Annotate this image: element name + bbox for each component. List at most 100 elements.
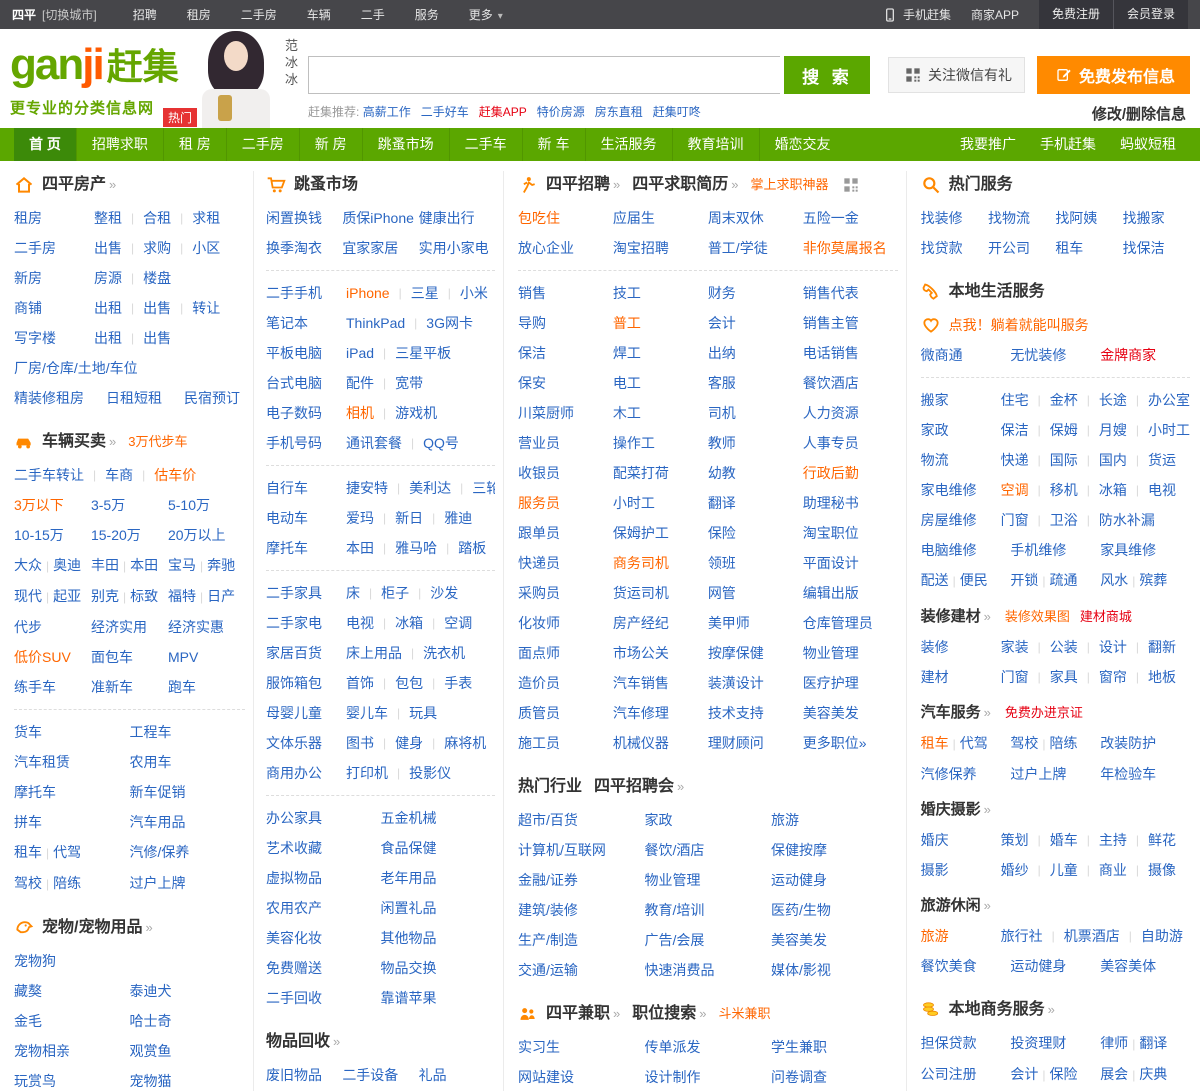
- recommend-link[interactable]: 特价房源: [537, 105, 585, 119]
- link[interactable]: 设计: [1099, 632, 1127, 662]
- link[interactable]: 采购员: [518, 585, 560, 601]
- link[interactable]: 宝马: [168, 557, 196, 573]
- link[interactable]: 二手设备: [342, 1067, 398, 1083]
- link[interactable]: 虚拟物品: [266, 870, 322, 886]
- nav-right-link[interactable]: 蚂蚁短租: [1110, 128, 1186, 161]
- link[interactable]: 闲置换钱: [266, 210, 322, 226]
- link[interactable]: 宠物相亲: [14, 1043, 70, 1059]
- link[interactable]: 放心企业: [518, 240, 574, 256]
- link[interactable]: 观赏鱼: [130, 1043, 172, 1059]
- link[interactable]: 驾校: [14, 875, 42, 891]
- link[interactable]: 练手车: [14, 679, 56, 695]
- link[interactable]: 哈士奇: [130, 1013, 172, 1029]
- link[interactable]: 健康出行: [419, 210, 475, 226]
- link[interactable]: 代步: [14, 619, 42, 635]
- link[interactable]: 医药/生物: [771, 902, 831, 918]
- link[interactable]: 服务员: [518, 495, 560, 511]
- link[interactable]: 本田: [346, 533, 374, 563]
- link[interactable]: 婚纱: [1001, 855, 1029, 885]
- link[interactable]: 技工: [613, 285, 641, 301]
- link[interactable]: 开锁: [1010, 572, 1038, 588]
- link[interactable]: 川菜厨师: [518, 405, 574, 421]
- link[interactable]: 设计制作: [645, 1069, 701, 1085]
- link[interactable]: 金融/证券: [518, 872, 578, 888]
- link[interactable]: 租房: [14, 210, 42, 226]
- link[interactable]: 便民: [960, 572, 988, 588]
- section-title[interactable]: 职位搜索: [632, 1000, 706, 1028]
- link[interactable]: 律师: [1100, 1035, 1128, 1051]
- link[interactable]: 代驾: [960, 735, 988, 751]
- link[interactable]: 厂房/仓库/土地/车位: [14, 353, 138, 383]
- link[interactable]: 冰箱: [395, 608, 423, 638]
- link[interactable]: 租车: [921, 735, 949, 751]
- link[interactable]: 婴儿车: [346, 698, 388, 728]
- link[interactable]: 老年用品: [381, 870, 437, 886]
- link[interactable]: 找搬家: [1123, 210, 1165, 226]
- link[interactable]: 手机号码: [266, 435, 322, 451]
- link[interactable]: 准新车: [91, 679, 133, 695]
- link[interactable]: 搬家: [921, 392, 949, 408]
- recommend-link[interactable]: 高薪工作: [363, 105, 411, 119]
- link[interactable]: 领班: [708, 555, 736, 571]
- link[interactable]: 找装修: [921, 210, 963, 226]
- link[interactable]: 学生兼职: [771, 1039, 827, 1055]
- section-title[interactable]: 跳蚤市场: [294, 171, 358, 199]
- link[interactable]: 出租: [94, 293, 122, 323]
- link[interactable]: 别克: [91, 588, 119, 604]
- link[interactable]: 普工/学徒: [708, 240, 768, 256]
- link[interactable]: 求购: [143, 233, 171, 263]
- search-button[interactable]: 搜 索: [784, 56, 871, 94]
- link[interactable]: 标致: [130, 588, 158, 604]
- link[interactable]: 交通/运输: [518, 962, 578, 978]
- link[interactable]: 助理秘书: [803, 495, 859, 511]
- link[interactable]: 找阿姨: [1055, 210, 1097, 226]
- sub-section-title[interactable]: 汽车服务: [921, 704, 991, 721]
- link[interactable]: 卫浴: [1050, 505, 1078, 535]
- switch-city-link[interactable]: [切换城市]: [42, 6, 97, 23]
- link[interactable]: 淘宝招聘: [613, 240, 669, 256]
- link[interactable]: 本田: [130, 557, 158, 573]
- link[interactable]: 通讯套餐: [346, 428, 402, 458]
- link[interactable]: 二手回收: [266, 990, 322, 1006]
- link[interactable]: 5-10万: [168, 497, 210, 513]
- link[interactable]: 质管员: [518, 705, 560, 721]
- link[interactable]: 投影仪: [409, 758, 451, 788]
- link[interactable]: 宠物猫: [130, 1073, 172, 1089]
- link[interactable]: 租车: [14, 844, 42, 860]
- link[interactable]: 拼车: [14, 814, 42, 830]
- link[interactable]: 日产: [207, 588, 235, 604]
- link[interactable]: 按摩保健: [708, 645, 764, 661]
- recommend-link[interactable]: 赶集叮咚: [653, 105, 701, 119]
- link[interactable]: 媒体/影视: [771, 962, 831, 978]
- section-title[interactable]: 四平招聘会: [594, 773, 684, 801]
- link[interactable]: 五金机械: [381, 810, 437, 826]
- link[interactable]: 质保iPhone: [342, 210, 414, 226]
- link[interactable]: 装修: [921, 639, 949, 655]
- link[interactable]: 操作工: [613, 435, 655, 451]
- link[interactable]: 踏板: [458, 533, 486, 563]
- link[interactable]: 废旧物品: [266, 1067, 322, 1083]
- link[interactable]: 礼品: [419, 1067, 447, 1083]
- link[interactable]: 金杯: [1050, 385, 1078, 415]
- link[interactable]: 商务司机: [613, 555, 669, 571]
- link[interactable]: 首饰: [346, 668, 374, 698]
- link[interactable]: 焊工: [613, 345, 641, 361]
- search-input[interactable]: [308, 56, 780, 94]
- link[interactable]: 二手手机: [266, 285, 322, 301]
- nav-tab[interactable]: 婚恋交友: [758, 128, 846, 161]
- link[interactable]: 空调: [444, 608, 472, 638]
- link[interactable]: 楼盘: [143, 263, 171, 293]
- nav-tab[interactable]: 新 车: [521, 128, 585, 161]
- link[interactable]: 手表: [444, 668, 472, 698]
- link[interactable]: 家具: [1050, 662, 1078, 692]
- section-title[interactable]: 宠物/宠物用品: [42, 914, 153, 942]
- link[interactable]: 物业管理: [803, 645, 859, 661]
- link[interactable]: 翻新: [1148, 632, 1176, 662]
- topbar-menu-item[interactable]: 二手: [361, 6, 385, 23]
- nav-tab[interactable]: 新 房: [298, 128, 362, 161]
- link[interactable]: 求租: [192, 203, 220, 233]
- link[interactable]: 婚庆: [921, 832, 949, 848]
- link[interactable]: 门窗: [1001, 662, 1029, 692]
- link[interactable]: 快递: [1001, 445, 1029, 475]
- link[interactable]: 鲜花: [1148, 825, 1176, 855]
